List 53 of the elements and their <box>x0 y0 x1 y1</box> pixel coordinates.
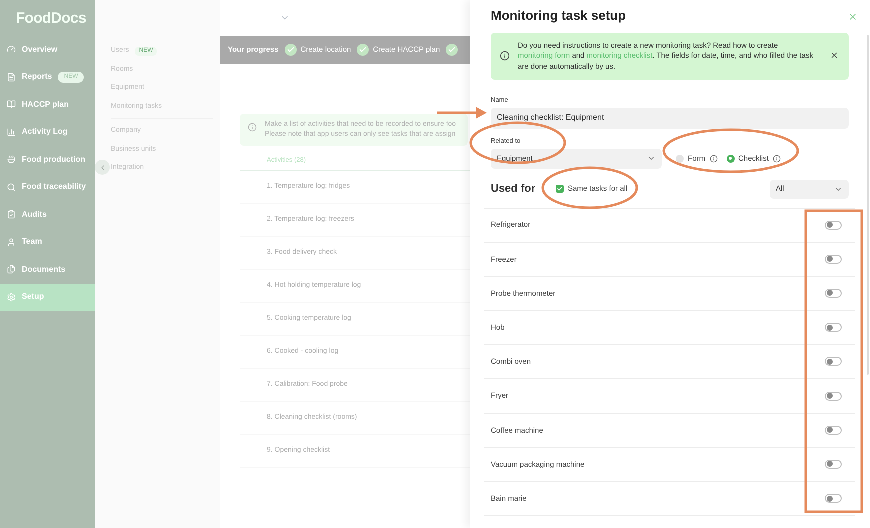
book-icon <box>7 100 16 110</box>
toggle-switch[interactable] <box>825 220 842 230</box>
checkbox[interactable] <box>556 185 564 193</box>
info-icon <box>500 50 510 60</box>
toggle-switch[interactable] <box>825 426 842 435</box>
close-icon[interactable] <box>848 12 858 22</box>
toggle-switch[interactable] <box>825 288 842 298</box>
sidebar-item[interactable]: Team <box>0 228 95 256</box>
section-title: Used for <box>491 182 537 197</box>
info-icon <box>248 123 257 132</box>
toggle-switch[interactable] <box>825 357 842 366</box>
sidebar-label: Activity Log <box>22 126 68 138</box>
toggle-switch[interactable] <box>825 254 842 264</box>
drawer-title: Monitoring task setup <box>491 7 626 25</box>
gauge-icon <box>7 45 16 54</box>
radio-button[interactable] <box>676 154 684 162</box>
annotation-arrow <box>437 107 487 119</box>
sidebar-label: Food production <box>22 154 86 166</box>
chevron-down-icon <box>647 154 656 163</box>
clipboard-icon <box>7 210 16 220</box>
sidebar-label: Documents <box>22 264 66 276</box>
toggle-switch[interactable] <box>825 323 842 332</box>
bar-chart-icon <box>7 128 16 137</box>
sidebar-label: Food traceability <box>22 181 86 194</box>
sidebar-label: Setup <box>22 291 44 304</box>
sidebar-item[interactable]: Setup <box>0 284 95 311</box>
radio-button[interactable] <box>726 154 734 162</box>
settings-icon <box>7 292 16 302</box>
info-icon <box>772 154 781 162</box>
dismiss-icon[interactable] <box>830 50 839 60</box>
sidebar-item[interactable]: Food traceability <box>0 174 95 201</box>
toggle-switch[interactable] <box>825 460 842 469</box>
sidebar-item[interactable]: Audits <box>0 201 95 228</box>
sidebar-item[interactable]: Overview <box>0 36 95 64</box>
document-icon <box>7 72 16 82</box>
sidebar-item[interactable]: Food production <box>0 146 95 174</box>
sidebar-item[interactable]: Documents <box>0 256 95 284</box>
sidebar-item[interactable]: Activity Log <box>0 118 95 146</box>
toggle-switch[interactable] <box>825 392 842 401</box>
search-icon <box>7 182 16 192</box>
sidebar-label: Overview <box>22 44 58 56</box>
sidebar-label: Audits <box>22 208 47 221</box>
info-icon <box>710 154 718 162</box>
files-icon <box>7 265 16 274</box>
sidebar-label: Reports <box>22 71 52 84</box>
toggle-switch[interactable] <box>825 494 842 504</box>
sidebar-label: Team <box>22 236 42 248</box>
sidebar-label: HACCP plan <box>22 98 69 111</box>
name-field[interactable]: Cleaning checklist: Equipment <box>491 108 849 129</box>
user-icon <box>7 238 16 247</box>
sidebar-item[interactable]: HACCP plan <box>0 91 95 118</box>
bowl-icon <box>7 155 16 164</box>
logo: FoodDocs <box>15 9 88 29</box>
